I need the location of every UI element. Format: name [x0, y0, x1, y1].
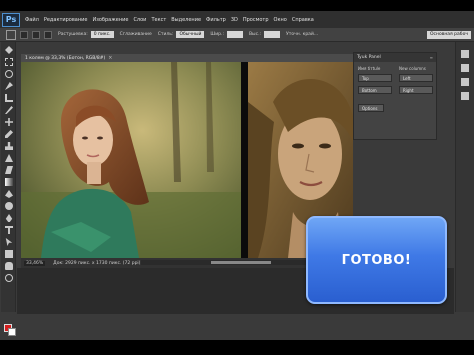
style-label: Стиль: — [157, 32, 174, 37]
layers-panel-icon[interactable] — [461, 92, 469, 100]
subtract-selection-icon[interactable] — [44, 30, 52, 39]
menu-help[interactable]: Справка — [292, 17, 314, 23]
bottom-letterbox — [0, 340, 474, 355]
height-input[interactable] — [264, 31, 281, 38]
crop-tool-icon[interactable] — [5, 94, 13, 102]
done-banner: ГОТОВО! — [306, 216, 447, 304]
menu-3d[interactable]: 3D — [231, 17, 238, 23]
top-letterbox — [0, 0, 474, 11]
history-brush-tool-icon[interactable] — [5, 154, 13, 162]
left-button[interactable]: Left — [399, 74, 433, 82]
menu-image[interactable]: Изображение — [92, 17, 128, 23]
photoshop-window: Ps Файл Редактирование Изображение Слои … — [0, 0, 474, 355]
marquee-tool-icon[interactable] — [6, 29, 16, 40]
zoom-tool-icon[interactable] — [5, 274, 13, 282]
top-button[interactable]: Top — [358, 74, 392, 82]
panel-menu-icon[interactable]: ≡ — [430, 55, 433, 60]
document-info: Док: 2929 пикс. x 1730 пикс. (72 ppi) — [53, 260, 141, 266]
width-input[interactable] — [226, 31, 243, 38]
menu-select[interactable]: Выделение — [171, 17, 201, 23]
properties-panel-icon[interactable] — [461, 64, 469, 72]
healing-brush-tool-icon[interactable] — [5, 118, 13, 126]
clone-stamp-tool-icon[interactable] — [5, 142, 13, 150]
options-button[interactable]: Options — [358, 104, 384, 112]
history-panel-icon[interactable] — [461, 50, 469, 58]
menu-layers[interactable]: Слои — [133, 17, 146, 23]
menu-window[interactable]: Окно — [274, 17, 287, 23]
menu-filter[interactable]: Фильтр — [206, 17, 226, 23]
document-window: 1 колем @ 33,3% (Ботон, RGB/8#) × 33,46%… — [21, 54, 353, 268]
path-selection-tool-icon[interactable] — [5, 238, 13, 246]
dodge-tool-icon[interactable] — [5, 202, 13, 210]
gradient-tool-icon[interactable] — [5, 178, 13, 186]
feather-input[interactable]: 0 пикс. — [90, 31, 114, 38]
close-tab-icon[interactable]: × — [108, 55, 112, 61]
scrollbar-thumb[interactable] — [211, 261, 271, 264]
add-selection-icon[interactable] — [32, 30, 40, 39]
panel-dock — [455, 42, 474, 312]
tools-panel — [1, 42, 16, 336]
panel-column-right: New columns Left Right — [395, 66, 436, 98]
quick-select-tool-icon[interactable] — [5, 82, 13, 90]
photo-before — [21, 62, 241, 258]
photoshop-logo: Ps — [2, 12, 20, 27]
antialias-checkbox[interactable]: Сглаживание — [120, 32, 152, 37]
eyedropper-tool-icon[interactable] — [5, 106, 13, 114]
feather-label: Растушевка: — [58, 32, 88, 37]
lasso-tool-icon[interactable] — [5, 70, 13, 78]
options-bar: Растушевка: 0 пикс. Сглаживание Стиль: О… — [0, 28, 474, 42]
hand-tool-icon[interactable] — [5, 262, 13, 270]
refine-edge-button[interactable]: Уточн. край... — [286, 32, 318, 37]
menu-edit[interactable]: Редактирование — [44, 17, 88, 23]
menu-bar: Ps Файл Редактирование Изображение Слои … — [0, 11, 474, 28]
panel-title: Tyuk Panel — [357, 55, 381, 60]
height-label: Выс.: — [248, 32, 262, 37]
brush-tool-icon[interactable] — [5, 130, 13, 138]
adjustments-panel-icon[interactable] — [461, 78, 469, 86]
pen-tool-icon[interactable] — [5, 214, 13, 222]
status-bar: 33,46% Док: 2929 пикс. x 1730 пикс. (72 … — [21, 258, 353, 268]
document-title: 1 колем @ 33,3% (Ботон, RGB/8#) — [25, 55, 106, 61]
menu-file[interactable]: Файл — [25, 17, 39, 23]
done-label: ГОТОВО! — [341, 252, 412, 268]
move-tool-icon[interactable] — [5, 46, 13, 54]
shape-tool-icon[interactable] — [5, 250, 13, 258]
right-column-header: New columns — [399, 66, 426, 71]
zoom-field[interactable]: 33,46% — [24, 260, 46, 266]
bottom-button[interactable]: Bottom — [358, 86, 392, 94]
panel-column-left: Имя tiтtule Top Bottom — [354, 66, 395, 98]
background-color-swatch[interactable] — [8, 328, 16, 336]
new-selection-icon[interactable] — [20, 30, 28, 39]
blur-tool-icon[interactable] — [5, 190, 13, 198]
marquee-tool-icon[interactable] — [5, 58, 13, 66]
workspace-switcher[interactable]: Основная рабоч — [426, 31, 471, 39]
left-column-header: Имя tiтtule — [358, 66, 381, 71]
menu-type[interactable]: Текст — [151, 17, 166, 23]
width-label: Шир.: — [210, 32, 224, 37]
color-swatches[interactable] — [4, 324, 16, 336]
type-tool-icon[interactable] — [5, 226, 13, 234]
document-tab[interactable]: 1 колем @ 33,3% (Ботон, RGB/8#) × — [21, 54, 353, 62]
menu-view[interactable]: Просмотр — [243, 17, 269, 23]
panel-columns: Имя tiтtule Top Bottom New columns Left … — [354, 66, 436, 98]
canvas[interactable] — [21, 62, 353, 258]
tyuk-panel: Tyuk Panel ≡ Имя tiтtule Top Bottom New … — [353, 52, 437, 140]
right-button[interactable]: Right — [399, 86, 433, 94]
eraser-tool-icon[interactable] — [5, 166, 13, 174]
panel-header[interactable]: Tyuk Panel ≡ — [354, 53, 436, 62]
image-divider — [241, 62, 248, 258]
style-select[interactable]: Обычный — [176, 31, 205, 38]
